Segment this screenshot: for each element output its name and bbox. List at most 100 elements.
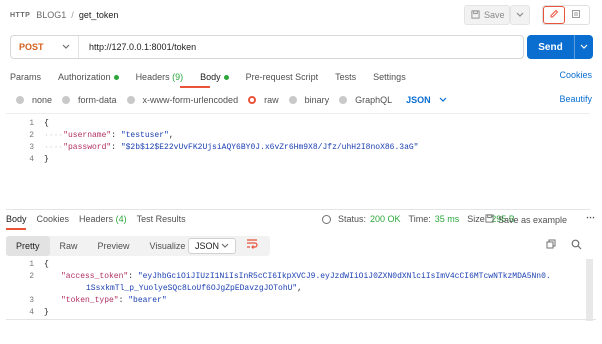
json-key-password: "password" (63, 143, 112, 152)
response-tab-indicator (6, 228, 26, 230)
radio-none[interactable] (16, 96, 24, 104)
method-select[interactable]: POST (11, 36, 79, 58)
request-name[interactable]: get_token (79, 10, 119, 20)
view-raw[interactable]: Raw (50, 236, 88, 256)
resp-headers-count: (4) (115, 214, 127, 224)
radio-form-data[interactable] (62, 96, 71, 104)
body-type-selector: none form-data x-www-form-urlencoded raw… (16, 93, 447, 107)
chevron-down-icon (221, 241, 229, 251)
status-dot (113, 75, 119, 81)
http-badge: HTTP (10, 11, 31, 19)
code-line-token-type: "token_type": "bearer" (61, 296, 167, 305)
time-value[interactable]: 35 ms (435, 214, 460, 224)
body-type-binary[interactable]: binary (305, 95, 330, 105)
tab-headers-label: Headers (135, 72, 170, 82)
resp-tab-cookies[interactable]: Cookies (37, 214, 70, 224)
view-preview[interactable]: Preview (88, 236, 140, 256)
documentation-button[interactable] (565, 6, 587, 24)
tab-headers[interactable]: Headers (9) (136, 72, 184, 82)
response-body-viewer[interactable]: 1 2 3 4 { "access_token": "eyJhbGciOiJIU… (6, 258, 590, 318)
copy-icon[interactable] (546, 239, 556, 251)
more-options-icon[interactable]: ⋯ (586, 212, 595, 223)
save-icon (485, 214, 494, 225)
breadcrumb-collection[interactable]: BLOG1 (36, 10, 66, 20)
code-line-access-token: "access_token": "eyJhbGciOiJIUzI1NiIsInR… (61, 272, 551, 281)
tab-prerequest-script[interactable]: Pre-request Script (246, 72, 319, 82)
response-scrollbar[interactable] (586, 259, 593, 321)
breadcrumb-separator: / (71, 10, 74, 20)
body-type-none[interactable]: none (32, 95, 52, 105)
line-number: 1 (29, 119, 34, 128)
chevron-down-icon (62, 42, 70, 52)
body-format-select[interactable]: JSON (406, 95, 447, 105)
body-type-raw[interactable]: raw (264, 95, 279, 105)
chevron-down-icon (439, 95, 447, 105)
breadcrumb: HTTP BLOG1 / get_token (10, 6, 118, 24)
resp-tab-headers-label: Headers (79, 214, 114, 224)
body-type-urlencoded[interactable]: x-www-form-urlencoded (143, 95, 239, 105)
save-icon (471, 9, 480, 21)
tab-authorization[interactable]: Authorization (58, 72, 119, 82)
resp-tab-test-results[interactable]: Test Results (137, 214, 186, 224)
body-type-graphql[interactable]: GraphQL (355, 95, 392, 105)
tab-tests[interactable]: Tests (335, 72, 356, 82)
status-value[interactable]: 200 OK (370, 214, 401, 224)
line-number: 1 (29, 260, 34, 269)
json-value-username: "testuser" (120, 131, 169, 140)
body-type-form-data[interactable]: form-data (78, 95, 117, 105)
json-key-token-type: "token_type" (61, 296, 119, 305)
line-number: 2 (29, 131, 34, 140)
wrap-lines-icon[interactable] (246, 238, 258, 252)
send-label: Send (538, 41, 563, 53)
code-line-access-token-cont: 1SsxkmTl_p_YuolyeSQc8LoUf6OJgZpEDavzgJOT… (86, 284, 303, 293)
code-brace-close: } (44, 308, 49, 317)
save-label: Save (484, 10, 505, 20)
radio-raw[interactable] (248, 96, 257, 104)
tab-params[interactable]: Params (10, 72, 41, 82)
code-brace-open: { (44, 119, 49, 128)
method-label: POST (19, 42, 44, 52)
time-label: Time: (408, 214, 431, 224)
edit-button[interactable] (543, 6, 565, 24)
divider (6, 319, 596, 320)
send-button[interactable]: Send (527, 35, 593, 59)
code-line-password: ····"password": "$2b$12$E22vUvFK2UjsiAQY… (44, 143, 419, 152)
save-button[interactable]: Save (464, 5, 510, 25)
globe-icon[interactable] (322, 214, 331, 224)
code-brace-close: } (44, 155, 49, 164)
json-value-password: "$2b$12$E22vUvFK2UjsiAQY6BY0J.x6vZr6Hm9X… (120, 143, 419, 152)
line-number: 4 (29, 308, 34, 317)
cookies-link[interactable]: Cookies (559, 70, 592, 80)
line-number: 2 (29, 272, 34, 281)
response-format-select[interactable]: JSON (188, 238, 236, 254)
headers-count: (9) (172, 72, 184, 82)
json-value-token-type: "bearer" (128, 296, 167, 305)
search-icon[interactable] (571, 239, 582, 252)
status-label: Status: (338, 214, 367, 224)
radio-binary[interactable] (288, 96, 297, 104)
radio-urlencoded[interactable] (126, 96, 135, 104)
code-line-username: ····"username": "testuser", (44, 131, 174, 140)
line-number: 4 (29, 155, 34, 164)
pencil-icon (549, 9, 559, 21)
tab-body[interactable]: Body (200, 72, 229, 82)
tab-body-label: Body (200, 72, 221, 82)
response-tabs: Body Cookies Headers (4) Test Results (6, 214, 186, 224)
chevron-down-icon (516, 10, 524, 20)
tab-settings[interactable]: Settings (373, 72, 406, 82)
resp-tab-headers[interactable]: Headers (4) (79, 214, 127, 224)
beautify-link[interactable]: Beautify (559, 94, 592, 104)
line-number: 3 (29, 143, 34, 152)
resp-tab-body[interactable]: Body (6, 214, 27, 224)
save-dropdown-button[interactable] (510, 5, 530, 25)
url-input[interactable]: http://127.0.0.1:8001/token (79, 42, 196, 52)
request-body-editor[interactable]: 1 2 3 4 { ····"username": "testuser", ··… (6, 113, 590, 210)
view-pretty[interactable]: Pretty (6, 236, 50, 256)
chevron-down-icon[interactable] (575, 43, 593, 52)
radio-graphql[interactable] (339, 96, 348, 104)
line-number: 3 (29, 296, 34, 305)
status-dot (223, 75, 229, 81)
tab-authorization-label: Authorization (58, 72, 111, 82)
save-as-example-label: Save as example (498, 214, 568, 225)
save-as-example-button[interactable]: Save as example (485, 214, 567, 225)
